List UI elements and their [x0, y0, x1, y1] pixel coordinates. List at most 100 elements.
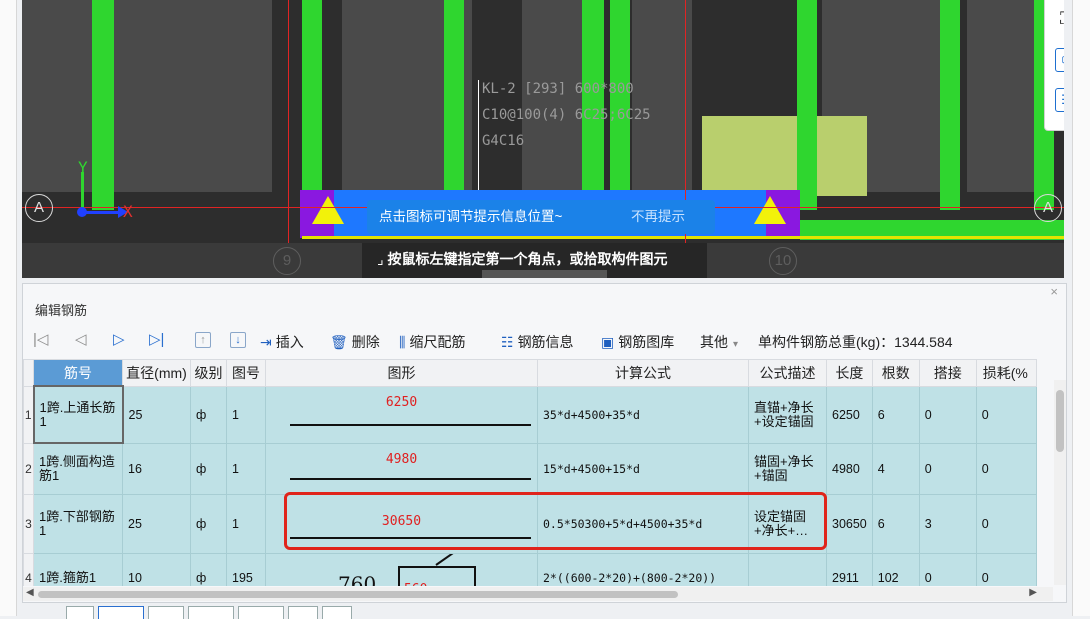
cell-formula-desc[interactable]: 锚固+净长+锚固 [748, 442, 827, 495]
cell-length[interactable]: 4980 [826, 442, 873, 495]
next-row-icon[interactable]: ▷ [113, 330, 125, 348]
move-up-icon[interactable]: ↑ [195, 332, 211, 348]
bottom-tab[interactable] [148, 606, 184, 619]
cell-lap[interactable]: 0 [918, 442, 977, 495]
rebar-line [302, 236, 1064, 239]
cell-count[interactable]: 102 [871, 552, 920, 586]
cell-bar-id[interactable]: 1跨.箍筋1 [33, 552, 123, 586]
ruler-icon: ⫼ [399, 334, 406, 350]
cell-shape[interactable]: 6250 [265, 385, 538, 444]
scroll-right-icon[interactable]: ▶ [1029, 587, 1037, 598]
col-shape[interactable]: 图形 [265, 359, 538, 387]
col-length[interactable]: 长度 [826, 359, 873, 387]
cell-grade[interactable]: ф [190, 442, 227, 495]
panel-close-icon[interactable]: × [1050, 284, 1058, 299]
cell-lap[interactable]: 3 [918, 493, 977, 554]
col-bar-id[interactable]: 筋号 [33, 359, 123, 387]
hint-message[interactable]: 点击图标可调节提示信息位置~ [379, 200, 562, 234]
col-diameter[interactable]: 直径(mm) [122, 359, 191, 387]
cell-diameter[interactable]: 10 [122, 552, 191, 586]
cell-grade[interactable]: ф [190, 385, 227, 444]
bottom-tab[interactable] [66, 606, 94, 619]
cell-bar-id[interactable]: 1跨.侧面构造筋1 [33, 442, 123, 495]
scroll-left-icon[interactable]: ◀ [26, 587, 34, 598]
cell-formula[interactable]: 35*d+4500+35*d [537, 385, 749, 444]
col-lap[interactable]: 搭接 [918, 359, 977, 387]
cell-loss[interactable]: 0 [975, 385, 1037, 444]
cell-figure-no[interactable]: 1 [226, 385, 266, 444]
view-toolbar: ⛶ ⬡ ☰ [1044, 0, 1064, 131]
triangle-marker-right[interactable] [754, 196, 786, 224]
cell-count[interactable]: 4 [871, 442, 920, 495]
scroll-thumb[interactable] [38, 591, 678, 598]
cell-shape[interactable]: 4980 [265, 442, 538, 495]
cad-viewport[interactable]: KL-2 [293] 600*800 C10@100(4) 6C25;6C25 … [22, 0, 1064, 278]
scale-rebar-button[interactable]: ⫼ 缩尺配筋 [399, 332, 465, 352]
move-down-icon[interactable]: ↓ [230, 332, 246, 348]
cell-figure-no[interactable]: 1 [226, 442, 266, 495]
property-list-icon[interactable]: ☰ [1055, 88, 1064, 112]
cell-bar-id[interactable]: 1跨.上通长筋1 [32, 385, 124, 444]
cell-figure-no[interactable]: 195 [226, 552, 266, 586]
chevron-down-icon: ▾ [733, 339, 739, 350]
grid-line-vertical [288, 0, 289, 278]
first-row-icon[interactable]: |◁ [33, 330, 48, 348]
bottom-tab[interactable] [322, 606, 352, 619]
cell-count[interactable]: 6 [871, 493, 920, 554]
last-row-icon[interactable]: ▷| [149, 330, 164, 348]
cell-diameter[interactable]: 16 [122, 442, 191, 495]
cell-diameter[interactable]: 25 [122, 493, 191, 554]
other-dropdown[interactable]: 其他 ▾ [700, 332, 738, 352]
3d-view-icon[interactable]: ⬡ [1055, 48, 1064, 72]
bottom-tab[interactable] [238, 606, 284, 619]
cell-lap[interactable]: 0 [918, 552, 977, 586]
shape-line [290, 423, 531, 426]
row-number: 3 [23, 493, 34, 554]
cell-length[interactable]: 2911 [826, 552, 873, 586]
col-formula[interactable]: 计算公式 [537, 359, 749, 387]
cell-loss[interactable]: 0 [975, 493, 1037, 554]
prev-row-icon[interactable]: ◁ [75, 330, 87, 348]
scroll-thumb[interactable] [1056, 390, 1064, 452]
col-loss[interactable]: 损耗(% [975, 359, 1037, 387]
rebar-info-button[interactable]: ☷ 钢筋信息 [501, 332, 574, 352]
cell-diameter[interactable]: 25 [122, 385, 191, 444]
cell-grade[interactable]: ф [190, 493, 227, 554]
cell-loss[interactable]: 0 [975, 552, 1037, 586]
horizontal-scrollbar[interactable]: ◀ ▶ [23, 587, 1053, 601]
rebar-library-button[interactable]: ▣ 钢筋图库 [601, 332, 674, 352]
table-row[interactable]: 4 1跨.箍筋1 10 ф 195 760 560 2*((600-2*20)+… [23, 552, 1037, 586]
hint-dismiss-link[interactable]: 不再提示 [631, 200, 685, 234]
col-count[interactable]: 根数 [871, 359, 920, 387]
cell-formula[interactable]: 2*((600-2*20)+(800-2*20)) [537, 552, 749, 586]
left-panel-edge [0, 0, 17, 616]
bottom-tab[interactable] [188, 606, 234, 619]
cell-shape[interactable]: 760 560 [265, 552, 538, 586]
insert-icon: ⇥ [260, 334, 272, 350]
collapse-handle[interactable] [482, 270, 607, 278]
table-row[interactable]: 2 1跨.侧面构造筋1 16 ф 1 4980 15*d+4500+15*d 锚… [23, 442, 1037, 495]
vertical-scrollbar[interactable] [1054, 380, 1066, 585]
table-row[interactable]: 1 1跨.上通长筋1 25 ф 1 6250 35*d+4500+35*d 直锚… [23, 385, 1037, 444]
delete-button[interactable]: 🗑 删除 [330, 332, 380, 352]
fullscreen-icon[interactable]: ⛶ [1055, 8, 1064, 30]
col-formula-desc[interactable]: 公式描述 [748, 359, 827, 387]
bottom-tab[interactable] [288, 606, 318, 619]
cell-grade[interactable]: ф [190, 552, 227, 586]
cell-bar-id[interactable]: 1跨.下部钢筋1 [33, 493, 123, 554]
cell-loss[interactable]: 0 [975, 442, 1037, 495]
cell-count[interactable]: 6 [871, 385, 920, 444]
col-figure-no[interactable]: 图号 [226, 359, 266, 387]
insert-button[interactable]: ⇥ 插入 [260, 332, 304, 352]
cell-formula[interactable]: 15*d+4500+15*d [537, 442, 749, 495]
cell-lap[interactable]: 0 [918, 385, 977, 444]
cell-length[interactable]: 6250 [826, 385, 873, 444]
cell-formula-desc[interactable]: 直锚+净长+设定锚固 [748, 385, 827, 444]
triangle-marker-left[interactable] [312, 196, 344, 224]
cell-length[interactable]: 30650 [826, 493, 873, 554]
cell-formula-desc[interactable] [748, 552, 827, 586]
col-grade[interactable]: 级别 [190, 359, 227, 387]
shape-length: 6250 [385, 394, 418, 410]
bottom-tab[interactable] [98, 606, 144, 619]
cell-figure-no[interactable]: 1 [226, 493, 266, 554]
